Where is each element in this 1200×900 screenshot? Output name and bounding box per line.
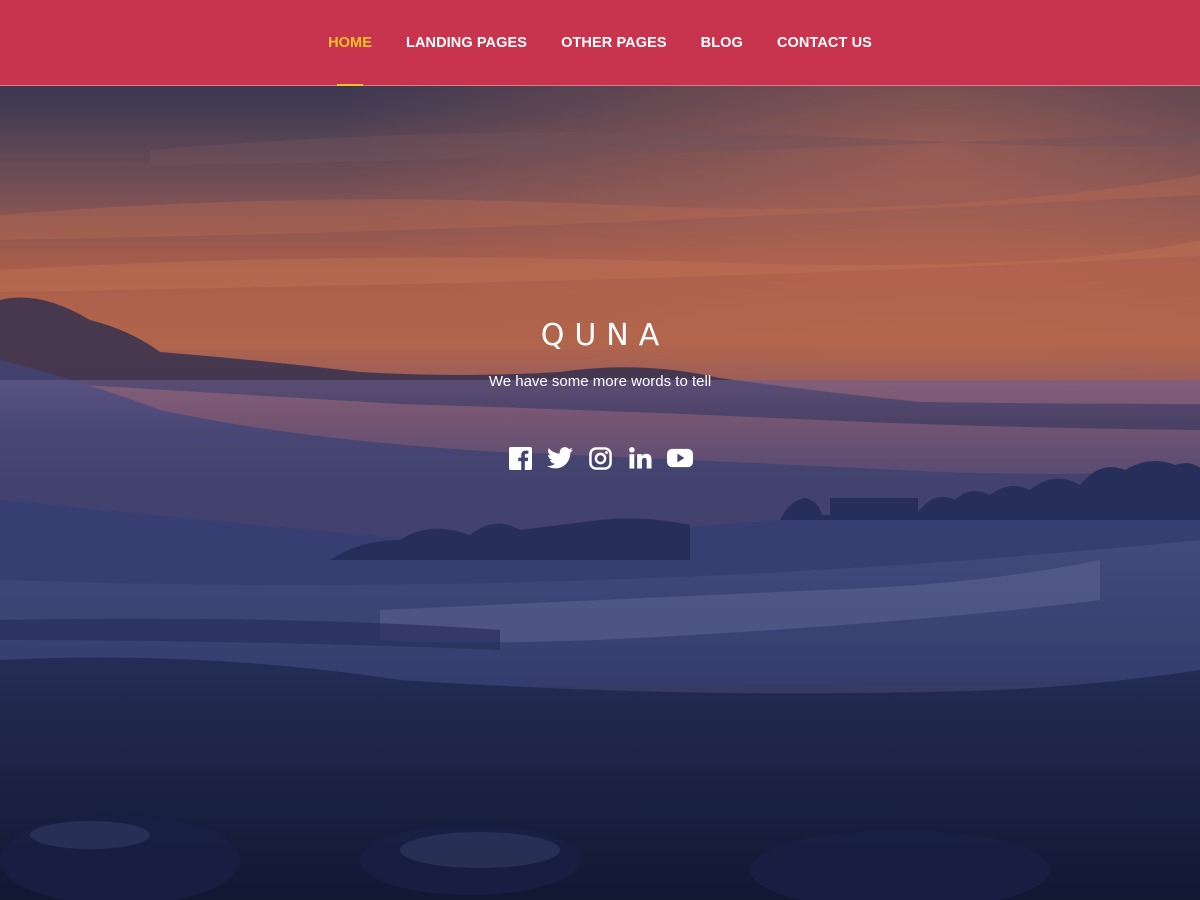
nav-menu: HOME LANDING PAGES OTHER PAGES BLOG CONT… [0,0,1200,86]
social-links [0,446,1200,470]
facebook-icon[interactable] [507,446,533,470]
nav-item-contact-us[interactable]: CONTACT US [760,0,889,85]
page: HOME LANDING PAGES OTHER PAGES BLOG CONT… [0,0,1200,900]
hero-content: QUNA We have some more words to tell [0,0,1200,900]
twitter-icon[interactable] [547,446,573,470]
youtube-icon[interactable] [667,446,693,470]
nav-item-landing-pages[interactable]: LANDING PAGES [389,0,544,85]
nav-item-other-pages[interactable]: OTHER PAGES [544,0,684,85]
nav-item-blog[interactable]: BLOG [684,0,760,85]
linkedin-icon[interactable] [627,446,653,470]
top-navbar: HOME LANDING PAGES OTHER PAGES BLOG CONT… [0,0,1200,86]
nav-item-home[interactable]: HOME [311,0,389,86]
hero-tagline: We have some more words to tell [488,373,712,390]
site-title: QUNA [540,318,670,353]
instagram-icon[interactable] [587,446,613,470]
